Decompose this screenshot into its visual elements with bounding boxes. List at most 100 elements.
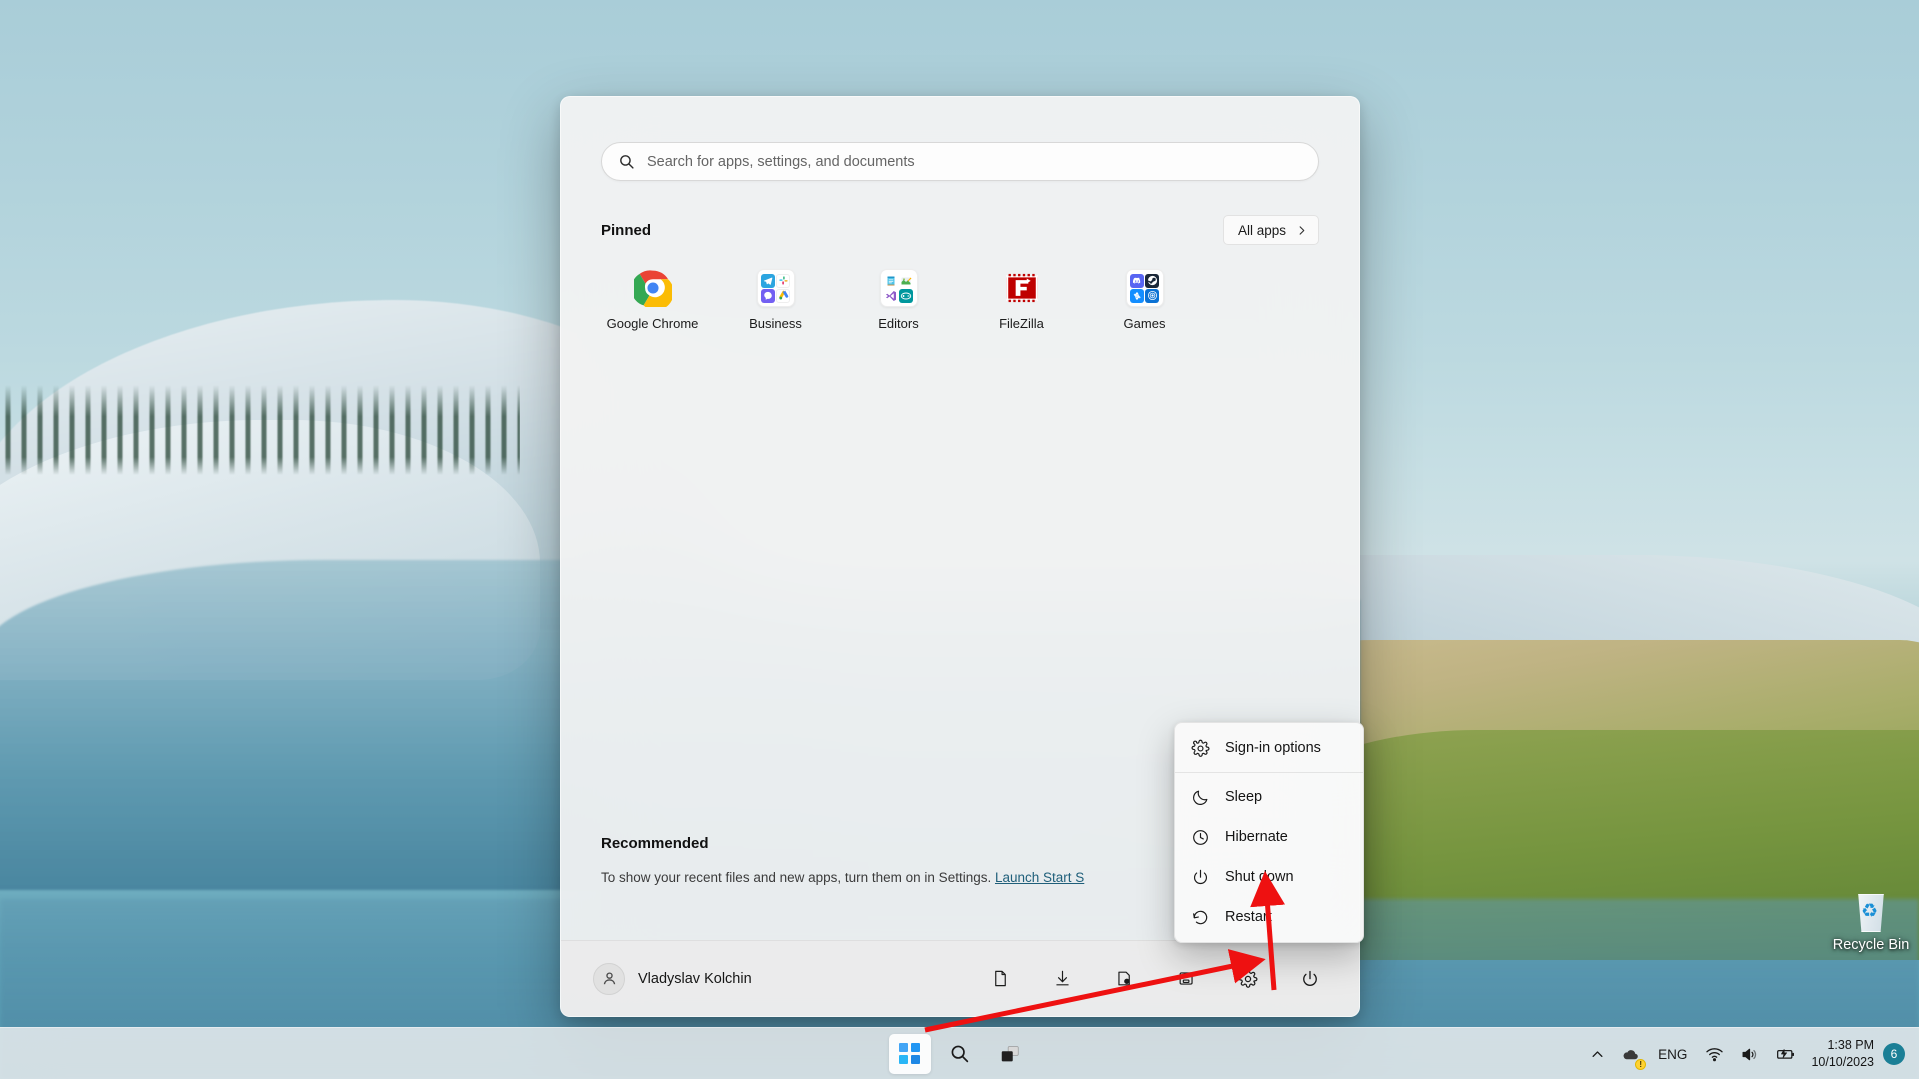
user-name-label: Vladyslav Kolchin bbox=[638, 970, 752, 987]
steam-icon bbox=[1145, 273, 1159, 288]
clock-icon bbox=[1193, 829, 1208, 845]
google-chrome-icon bbox=[630, 269, 674, 311]
clock-date: 10/10/2023 bbox=[1811, 1055, 1874, 1069]
launch-start-settings-link[interactable]: Launch Start S bbox=[995, 870, 1084, 885]
power-context-menu[interactable]: Sign-in options Sleep Hibernate Shut dow… bbox=[1174, 722, 1364, 943]
google-ads-icon bbox=[776, 288, 790, 303]
wallpaper-tree-line bbox=[0, 385, 520, 475]
settings-gear-icon bbox=[1238, 969, 1258, 988]
network-icon bbox=[1179, 972, 1193, 985]
restart-icon bbox=[1193, 910, 1208, 924]
search-icon bbox=[951, 1045, 969, 1063]
task-view-button[interactable] bbox=[989, 1034, 1031, 1074]
notepad-icon bbox=[884, 273, 898, 288]
start-menu-footer: Vladyslav Kolchin bbox=[561, 940, 1359, 1016]
power-menu-item-label: Shut down bbox=[1225, 869, 1294, 885]
recommended-empty-message: To show your recent files and new apps, … bbox=[601, 869, 992, 885]
power-icon bbox=[1303, 970, 1317, 986]
pinned-folder-label: Editors bbox=[878, 316, 919, 331]
volume-icon bbox=[1742, 1048, 1757, 1060]
visual-studio-icon bbox=[884, 288, 898, 303]
clock-time: 1:38 PM bbox=[1827, 1038, 1874, 1053]
tray-overflow-button[interactable] bbox=[1582, 1034, 1613, 1074]
documents-icon bbox=[994, 970, 1006, 987]
user-account-button[interactable]: Vladyslav Kolchin bbox=[593, 962, 752, 995]
task-view-icon bbox=[1001, 1045, 1019, 1061]
onedrive-warning-badge: ! bbox=[1635, 1059, 1647, 1070]
battlenet-icon bbox=[1130, 288, 1144, 303]
pinned-app-google-chrome[interactable]: Google Chrome bbox=[591, 259, 714, 339]
pinned-apps-grid: Google Chrome Business Editors FileZilla… bbox=[561, 245, 1359, 339]
folder-icon bbox=[756, 269, 795, 307]
pictures-button[interactable] bbox=[1107, 962, 1141, 996]
pinned-app-label: FileZilla bbox=[999, 316, 1044, 331]
documents-button[interactable] bbox=[983, 962, 1017, 996]
pinned-folder-games[interactable]: Games bbox=[1083, 259, 1206, 339]
telegram-icon bbox=[761, 273, 775, 288]
battery-charging-icon bbox=[1777, 1049, 1795, 1059]
pinned-folder-label: Business bbox=[749, 316, 802, 331]
pinned-folder-label: Games bbox=[1123, 316, 1166, 331]
volume-button[interactable] bbox=[1732, 1034, 1767, 1074]
chevron-up-icon bbox=[1592, 1050, 1603, 1057]
folder-icon bbox=[879, 269, 918, 307]
viber-icon bbox=[761, 288, 775, 303]
desktop[interactable]: ♻ Recycle Bin Pinned All apps bbox=[0, 0, 1919, 1079]
all-apps-button[interactable]: All apps bbox=[1222, 215, 1319, 245]
taskbar[interactable]: ! ENG 1:38 PM 10/10/2023 6 bbox=[0, 1027, 1919, 1079]
windows-logo-icon bbox=[899, 1043, 920, 1064]
power-menu-item-label: Sleep bbox=[1225, 789, 1263, 805]
pinned-section-title: Pinned bbox=[601, 221, 652, 239]
downloads-icon bbox=[1055, 970, 1069, 986]
power-menu-item-shut-down[interactable]: Shut down bbox=[1175, 857, 1363, 897]
ubisoft-connect-icon bbox=[1145, 288, 1159, 303]
arduino-icon bbox=[899, 288, 913, 303]
power-icon bbox=[1194, 869, 1207, 884]
language-label: ENG bbox=[1658, 1046, 1688, 1062]
power-menu-separator bbox=[1175, 772, 1363, 773]
system-tray: ! ENG 1:38 PM 10/10/2023 6 bbox=[1582, 1028, 1919, 1079]
language-indicator[interactable]: ENG bbox=[1648, 1034, 1697, 1074]
slack-icon bbox=[776, 273, 790, 288]
onedrive-button[interactable]: ! bbox=[1613, 1034, 1648, 1074]
user-avatar-icon bbox=[593, 962, 625, 995]
desktop-icon-recycle-bin[interactable]: ♻ Recycle Bin bbox=[1825, 888, 1917, 953]
power-menu-item-label: Hibernate bbox=[1225, 829, 1288, 845]
chevron-right-icon bbox=[1299, 225, 1305, 235]
pictures-icon bbox=[1117, 971, 1130, 986]
network-button[interactable] bbox=[1169, 962, 1203, 996]
desktop-icon-label: Recycle Bin bbox=[1832, 937, 1910, 953]
search-icon bbox=[620, 155, 634, 169]
wifi-button[interactable] bbox=[1697, 1034, 1732, 1074]
power-menu-item-label: Sign-in options bbox=[1225, 740, 1321, 756]
search-input[interactable] bbox=[647, 153, 1302, 170]
gear-icon bbox=[1191, 739, 1210, 757]
paint-icon bbox=[899, 273, 913, 288]
start-button[interactable] bbox=[888, 1033, 931, 1074]
recycle-bin-icon: ♻ bbox=[1848, 888, 1894, 934]
all-apps-label: All apps bbox=[1237, 222, 1286, 238]
pinned-folder-editors[interactable]: Editors bbox=[837, 259, 960, 339]
power-menu-item-label: Restart bbox=[1225, 909, 1272, 925]
notification-badge[interactable]: 6 bbox=[1883, 1043, 1905, 1065]
discord-icon bbox=[1130, 273, 1144, 288]
pinned-app-filezilla[interactable]: FileZilla bbox=[960, 259, 1083, 339]
moon-icon bbox=[1193, 790, 1208, 805]
power-menu-item-sleep[interactable]: Sleep bbox=[1175, 777, 1363, 817]
folder-icon bbox=[1125, 269, 1164, 307]
filezilla-icon bbox=[1003, 269, 1041, 307]
clock-button[interactable]: 1:38 PM 10/10/2023 bbox=[1805, 1037, 1883, 1071]
start-search-box[interactable] bbox=[601, 142, 1319, 181]
power-menu-item-sign-in-options[interactable]: Sign-in options bbox=[1175, 728, 1363, 768]
search-button[interactable] bbox=[939, 1034, 981, 1074]
power-menu-item-hibernate[interactable]: Hibernate bbox=[1175, 817, 1363, 857]
downloads-button[interactable] bbox=[1045, 962, 1079, 996]
pinned-folder-business[interactable]: Business bbox=[714, 259, 837, 339]
taskbar-center-group bbox=[888, 1033, 1031, 1074]
settings-button[interactable] bbox=[1231, 962, 1265, 996]
pinned-app-label: Google Chrome bbox=[606, 316, 699, 331]
battery-button[interactable] bbox=[1767, 1034, 1805, 1074]
power-button[interactable] bbox=[1293, 962, 1327, 996]
power-menu-item-restart[interactable]: Restart bbox=[1175, 897, 1363, 937]
wifi-icon bbox=[1706, 1047, 1724, 1061]
